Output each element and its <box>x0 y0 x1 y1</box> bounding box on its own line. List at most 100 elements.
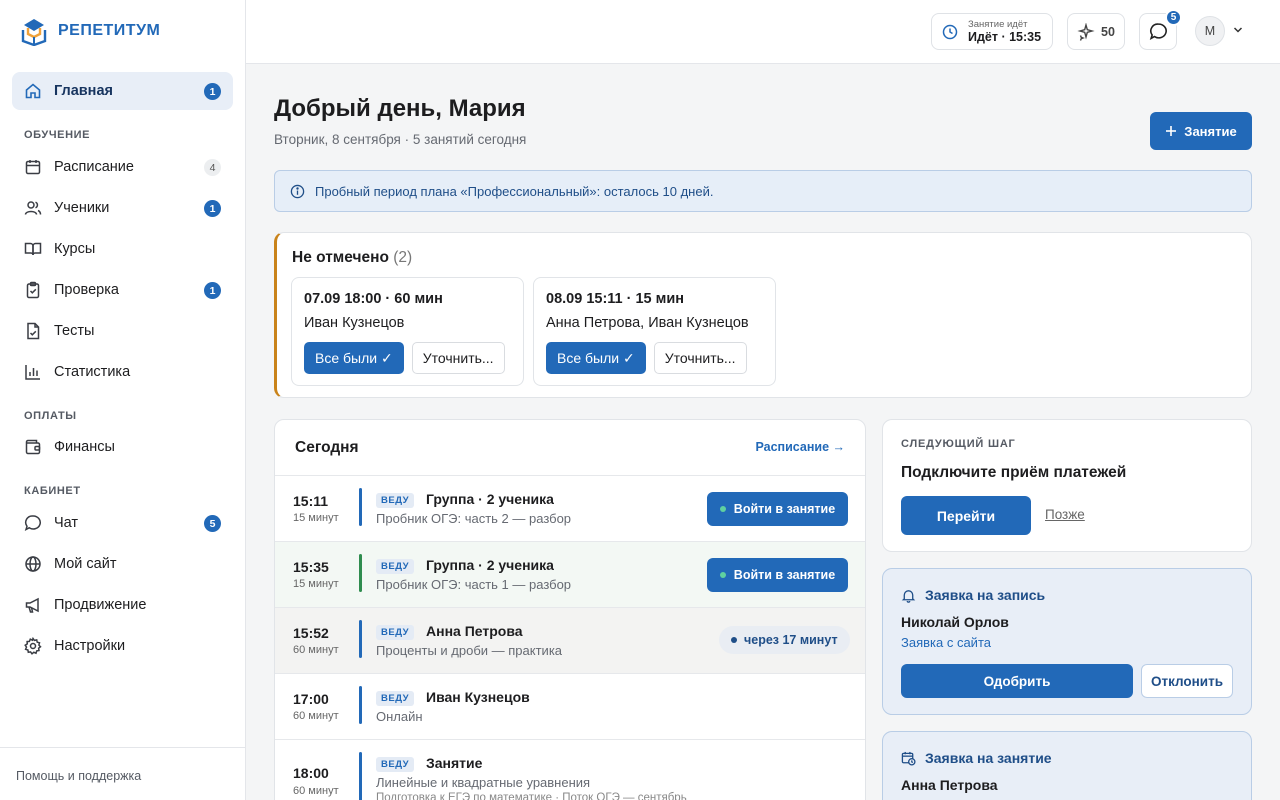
avatar[interactable]: М <box>1195 16 1225 46</box>
sidebar-item-label: Ученики <box>54 200 110 216</box>
live-dot-icon <box>719 572 726 578</box>
unmarked-lessons-card: Не отмечено (2) 07.09 18:00 · 60 мин Ива… <box>274 232 1252 398</box>
users-icon <box>24 199 42 217</box>
request-person-name: Николай Орлов <box>901 614 1009 630</box>
next-step-label: СЛЕДУЮЩИЙ ШАГ <box>901 438 1016 450</box>
unmarked-count: (2) <box>393 249 413 266</box>
chat-button[interactable]: 5 <box>1139 9 1182 50</box>
lesson-row[interactable]: 17:00 60 минут ВЕДУ Иван Кузнецов Онлайн <box>275 674 865 740</box>
topbar: Занятие идёт Идёт · 15:35 50 5 М <box>246 0 1280 64</box>
sidebar-item-label: Чат <box>54 515 79 531</box>
chevron-down-icon[interactable] <box>1233 26 1243 34</box>
sidebar: РЕПЕТИТУМ Главная 1 ОБУЧЕНИЕ Расписание … <box>0 0 246 800</box>
test-file-icon <box>24 322 42 340</box>
sidebar-item-promotion[interactable]: Продвижение <box>12 586 233 624</box>
later-link[interactable]: Позже <box>1045 507 1085 522</box>
clarify-button[interactable]: Уточнить... <box>411 342 505 374</box>
count-badge: 1 <box>204 200 221 217</box>
chat-icon <box>24 514 42 532</box>
lesson-time: 18:00 <box>293 765 329 781</box>
lesson-title: Группа · 2 ученика <box>426 557 554 573</box>
all-present-button[interactable]: Все были ✓ <box>546 342 646 374</box>
sidebar-item-settings[interactable]: Настройки <box>12 627 233 665</box>
sidebar-item-label: Мой сайт <box>54 556 117 572</box>
signup-request-title: Заявка на запись <box>925 587 1046 603</box>
sidebar-item-schedule[interactable]: Расписание 4 <box>12 148 233 186</box>
join-lesson-button[interactable]: Войти в занятие <box>707 558 848 592</box>
decline-button[interactable]: Отклонить <box>1141 664 1233 698</box>
lesson-row[interactable]: 15:11 15 минут ВЕДУ Группа · 2 ученика П… <box>275 476 865 542</box>
teaching-tag: ВЕДУ <box>376 691 414 706</box>
count-badge: 1 <box>204 83 221 100</box>
lesson-title: Анна Петрова <box>426 623 523 639</box>
sidebar-item-courses[interactable]: Курсы <box>12 230 233 268</box>
count-badge: 4 <box>204 159 221 176</box>
sidebar-item-students[interactable]: Ученики 1 <box>12 189 233 227</box>
calendar-icon <box>24 158 42 176</box>
clipboard-icon <box>24 281 42 299</box>
trial-notice-text: Пробный период плана «Профессиональный»:… <box>315 183 714 199</box>
count-badge: 1 <box>204 282 221 299</box>
sidebar-item-home[interactable]: Главная 1 <box>12 72 233 110</box>
live-dot-icon <box>719 506 726 512</box>
starts-soon-label: через 17 минут <box>744 633 838 647</box>
schedule-link[interactable]: Расписание → <box>755 440 845 454</box>
sidebar-item-label: Статистика <box>54 364 131 380</box>
gear-icon <box>24 637 42 655</box>
lesson-title: Группа · 2 ученика <box>426 491 554 507</box>
lesson-topic: Линейные и квадратные уравнения <box>376 775 591 790</box>
lesson-row[interactable]: 18:00 60 минут ВЕДУ Занятие Линейные и к… <box>275 740 865 800</box>
approve-button[interactable]: Одобрить <box>901 664 1133 698</box>
go-button[interactable]: Перейти <box>901 496 1031 535</box>
lesson-topic: Онлайн <box>376 709 423 724</box>
sidebar-item-label: Продвижение <box>54 597 147 613</box>
lesson-status-value: Идёт · 15:35 <box>968 29 1042 44</box>
lesson-duration: 15 минут <box>293 512 339 524</box>
sidebar-item-chat[interactable]: Чат 5 <box>12 504 233 542</box>
trial-notice: Пробный период плана «Профессиональный»:… <box>274 170 1252 212</box>
calendar-clock-icon <box>901 751 916 766</box>
page-title: Добрый день, Мария <box>274 95 526 122</box>
help-link[interactable]: Помощь и поддержка <box>16 769 141 783</box>
unmarked-item-students: Анна Петрова, Иван Кузнецов <box>546 315 749 331</box>
lesson-duration: 60 минут <box>293 785 339 797</box>
plus-icon <box>1165 125 1177 137</box>
brand-name: РЕПЕТИТУМ <box>58 22 161 39</box>
points-button[interactable]: 50 <box>1067 13 1125 50</box>
lesson-topic: Проценты и дроби — практика <box>376 643 563 658</box>
lesson-color-bar <box>359 554 362 592</box>
lesson-request-title: Заявка на занятие <box>925 750 1052 766</box>
sparkles-icon <box>1077 22 1095 41</box>
status-dot-icon <box>731 637 737 643</box>
sidebar-item-review[interactable]: Проверка 1 <box>12 271 233 309</box>
sidebar-item-label: Тесты <box>54 323 95 339</box>
page-subtitle: Вторник, 8 сентября · 5 занятий сегодня <box>274 132 527 147</box>
teaching-tag: ВЕДУ <box>376 559 414 574</box>
lesson-row[interactable]: 15:35 15 минут ВЕДУ Группа · 2 ученика П… <box>275 542 865 608</box>
sidebar-item-statistics[interactable]: Статистика <box>12 353 233 391</box>
sidebar-item-my-site[interactable]: Мой сайт <box>12 545 233 583</box>
today-title: Сегодня <box>295 439 359 456</box>
sidebar-item-label: Курсы <box>54 241 96 257</box>
sidebar-item-finances[interactable]: Финансы <box>12 428 233 466</box>
add-lesson-button[interactable]: Занятие <box>1150 112 1252 150</box>
section-label-learning: ОБУЧЕНИЕ <box>24 129 91 141</box>
sidebar-item-label: Финансы <box>54 439 115 455</box>
lesson-time: 15:52 <box>293 625 329 641</box>
sidebar-item-tests[interactable]: Тесты <box>12 312 233 350</box>
lesson-row[interactable]: 15:52 60 минут ВЕДУ Анна Петрова Процент… <box>275 608 865 674</box>
count-badge: 5 <box>204 515 221 532</box>
lesson-status-pill[interactable]: Занятие идёт Идёт · 15:35 <box>931 13 1053 50</box>
lesson-duration: 15 минут <box>293 578 339 590</box>
unmarked-item-time: 07.09 18:00 · 60 мин <box>304 291 443 307</box>
lesson-color-bar <box>359 752 362 800</box>
signup-request-card: Заявка на запись Николай Орлов Заявка с … <box>882 568 1252 715</box>
request-source: Заявка с сайта <box>901 635 991 650</box>
lesson-duration: 60 минут <box>293 644 339 656</box>
clarify-button[interactable]: Уточнить... <box>653 342 747 374</box>
next-step-title: Подключите приём платежей <box>901 464 1127 481</box>
join-lesson-button[interactable]: Войти в занятие <box>707 492 848 526</box>
home-icon <box>24 82 42 100</box>
brand-logo[interactable]: РЕПЕТИТУМ <box>20 16 160 46</box>
all-present-button[interactable]: Все были ✓ <box>304 342 404 374</box>
